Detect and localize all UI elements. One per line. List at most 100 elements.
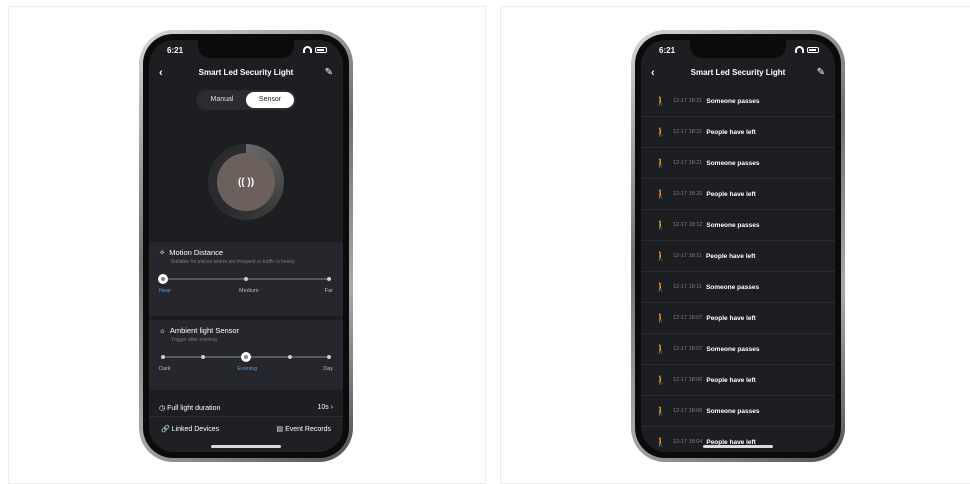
- edit-icon[interactable]: ✎: [325, 64, 333, 82]
- list-item: 🚶 12-17 18:12 Someone passes: [641, 210, 835, 241]
- motion-label-medium: Medium: [239, 288, 259, 294]
- ambient-label-day: Day: [323, 366, 333, 372]
- motion-subtitle: Suitable for places where are frequent o…: [171, 259, 295, 265]
- event-time: 12-17 18:21: [673, 98, 703, 104]
- event-text: Someone passes: [706, 221, 760, 229]
- list-item: 🚶 12-17 18:21 Someone passes: [641, 148, 835, 179]
- event-time: 12-17 18:04: [673, 439, 703, 445]
- walking-person-icon: 🚶: [655, 436, 667, 447]
- ambient-light-card: ☼ Ambient light Sensor Trigger after even…: [149, 320, 343, 390]
- walking-person-icon: 🚶: [655, 157, 667, 168]
- list-item: 🚶 12-17 18:21 Someone passes: [641, 86, 835, 117]
- tab-sensor[interactable]: Sensor: [246, 92, 294, 108]
- event-time: 12-17 18:07: [673, 315, 703, 321]
- event-records-button[interactable]: ▤ Event Records: [277, 425, 331, 444]
- status-time: 6:21: [167, 46, 184, 55]
- wifi-icon: [303, 46, 312, 53]
- sensor-radar: (( )): [208, 144, 284, 220]
- linked-devices-button[interactable]: 🔗 Linked Devices: [161, 425, 219, 444]
- event-time: 12-17 18:06: [673, 377, 703, 383]
- chevron-right-icon: ›: [328, 404, 333, 411]
- page-title: Smart Led Security Light: [690, 68, 786, 77]
- event-text: People have left: [706, 376, 756, 384]
- motion-icon: ✧: [159, 248, 166, 257]
- motion-distance-card: ✧ Motion Distance Suitable for places whe…: [149, 242, 343, 316]
- left-panel: 6:21 ‹ Smart Led Security Light ✎ Manual…: [8, 6, 486, 484]
- event-time: 12-17 18:11: [673, 284, 702, 290]
- ambient-slider-thumb[interactable]: [241, 352, 251, 362]
- motion-label-far: Far: [324, 288, 333, 294]
- records-icon: ▤: [276, 426, 286, 433]
- list-item: 🚶 12-17 18:11 People have left: [641, 241, 835, 272]
- walking-person-icon: 🚶: [655, 219, 667, 230]
- list-item: 🚶 12-17 18:20 People have left: [641, 179, 835, 210]
- screen-sensor-settings: 6:21 ‹ Smart Led Security Light ✎ Manual…: [149, 40, 343, 452]
- nav-bar: ‹ Smart Led Security Light ✎: [641, 64, 835, 82]
- walking-person-icon: 🚶: [655, 374, 667, 385]
- walking-person-icon: 🚶: [655, 405, 667, 416]
- walking-person-icon: 🚶: [655, 281, 667, 292]
- battery-icon: [807, 46, 819, 53]
- full-light-value: 10s: [317, 404, 329, 411]
- walking-person-icon: 🚶: [655, 95, 667, 106]
- ambient-title: Ambient light Sensor: [169, 326, 240, 335]
- home-indicator: [211, 445, 281, 448]
- walking-person-icon: 🚶: [655, 126, 667, 137]
- event-list: 🚶 12-17 18:21 Someone passes 🚶 12-17 18:21 P…: [641, 86, 835, 452]
- tab-manual[interactable]: Manual: [198, 92, 246, 108]
- walking-person-icon: 🚶: [655, 343, 667, 354]
- motion-slider-thumb[interactable]: [158, 274, 168, 284]
- battery-icon: [315, 46, 327, 53]
- link-icon: 🔗: [161, 426, 172, 433]
- back-icon[interactable]: ‹: [651, 64, 655, 82]
- phone-right: 6:21 ‹ Smart Led Security Light ✎ 🚶 12-17…: [631, 30, 845, 462]
- list-item: 🚶 12-17 18:06 Someone passes: [641, 396, 835, 427]
- edit-icon[interactable]: ✎: [817, 64, 825, 82]
- status-time: 6:21: [659, 46, 676, 55]
- list-item: 🚶 12-17 18:07 Someone passes: [641, 334, 835, 365]
- wifi-icon: [795, 46, 804, 53]
- list-item: 🚶 12-17 18:06 People have left: [641, 365, 835, 396]
- event-text: People have left: [706, 314, 756, 322]
- list-item: 🚶 12-17 18:04 People have left: [641, 427, 835, 452]
- event-time: 12-17 18:06: [673, 408, 703, 414]
- full-light-row[interactable]: ◷ Full light duration 10s ›: [159, 404, 333, 412]
- event-time: 12-17 18:12: [673, 222, 703, 228]
- phone-left: 6:21 ‹ Smart Led Security Light ✎ Manual…: [139, 30, 353, 462]
- motion-label-near: Near: [159, 288, 171, 294]
- clock-icon: ◷: [159, 405, 168, 412]
- page-title: Smart Led Security Light: [198, 68, 294, 77]
- event-time: 12-17 18:20: [673, 191, 703, 197]
- event-time: 12-17 18:11: [673, 253, 702, 259]
- mode-toggle[interactable]: Manual Sensor: [196, 90, 296, 110]
- event-text: Someone passes: [706, 97, 760, 105]
- event-time: 12-17 18:21: [673, 129, 703, 135]
- screen-event-records: 6:21 ‹ Smart Led Security Light ✎ 🚶 12-17…: [641, 40, 835, 452]
- motion-title: Motion Distance: [169, 248, 224, 257]
- event-text: Someone passes: [705, 283, 760, 291]
- walking-person-icon: 🚶: [655, 312, 667, 323]
- event-text: People have left: [706, 190, 756, 198]
- ambient-label-evening: Evening: [237, 366, 258, 372]
- event-text: Someone passes: [706, 159, 760, 167]
- right-panel: 6:21 ‹ Smart Led Security Light ✎ 🚶 12-17…: [500, 6, 970, 484]
- event-text: People have left: [705, 252, 756, 260]
- event-time: 12-17 18:21: [673, 160, 703, 166]
- event-text: Someone passes: [706, 407, 760, 415]
- list-item: 🚶 12-17 18:07 People have left: [641, 303, 835, 334]
- nav-bar: ‹ Smart Led Security Light ✎: [149, 64, 343, 82]
- event-text: Someone passes: [706, 345, 760, 353]
- list-item: 🚶 12-17 18:21 People have left: [641, 117, 835, 148]
- walking-person-icon: 🚶: [655, 250, 667, 261]
- ambient-subtitle: Trigger after evening: [171, 337, 217, 343]
- sun-icon: ☼: [159, 326, 166, 335]
- home-indicator: [703, 445, 773, 448]
- event-time: 12-17 18:07: [673, 346, 703, 352]
- back-icon[interactable]: ‹: [159, 64, 163, 82]
- walking-person-icon: 🚶: [655, 188, 667, 199]
- event-text: People have left: [706, 128, 756, 136]
- full-light-label: Full light duration: [167, 405, 221, 412]
- motion-slider[interactable]: [158, 273, 333, 285]
- list-item: 🚶 12-17 18:11 Someone passes: [641, 272, 835, 303]
- ambient-slider[interactable]: [159, 351, 333, 363]
